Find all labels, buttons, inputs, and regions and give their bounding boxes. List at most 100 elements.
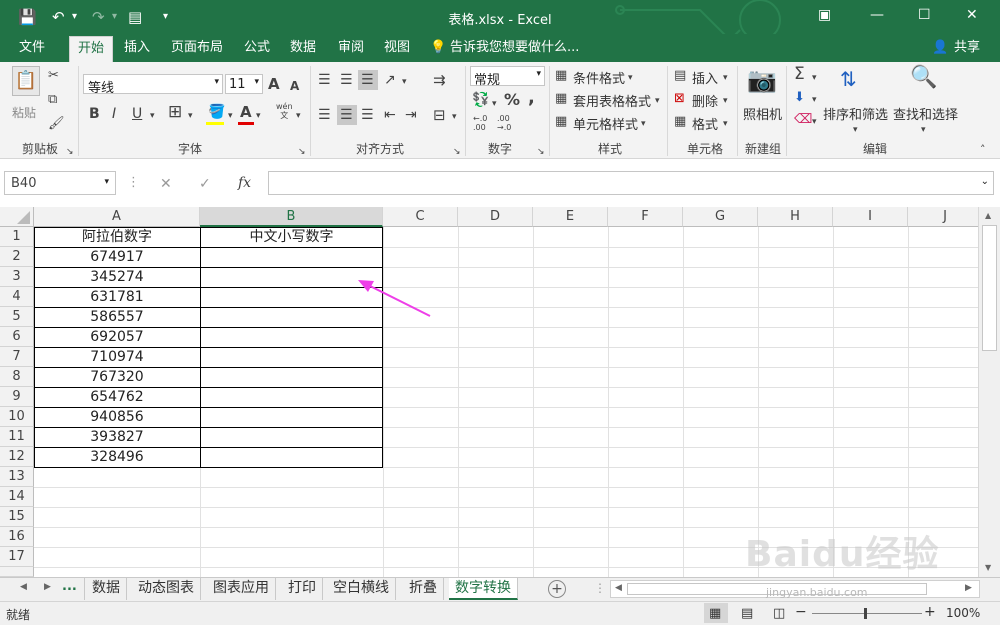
cell-b1-header[interactable]: 中文小写数字 (200, 227, 383, 247)
row-header[interactable]: 1 (0, 227, 34, 247)
format-painter-icon[interactable]: 🖌 (48, 116, 65, 132)
cell-styles-icon[interactable]: ▦ (555, 114, 567, 130)
cell-a10[interactable]: 940856 (34, 407, 200, 427)
column-header-e[interactable]: E (533, 207, 608, 227)
chevron-down-icon[interactable]: ▾ (492, 96, 497, 112)
row-header[interactable]: 9 (0, 387, 34, 407)
collapse-ribbon-icon[interactable]: ˄ (980, 142, 986, 158)
add-sheet-button[interactable]: + (548, 580, 566, 598)
tab-formulas[interactable]: 公式 (244, 39, 270, 57)
font-launcher-icon[interactable]: ↘ (298, 144, 306, 160)
chevron-down-icon[interactable]: ▾ (812, 114, 817, 130)
tab-home[interactable]: 开始 (69, 36, 114, 62)
grow-font-icon[interactable]: A (268, 76, 280, 92)
ribbon-display-options-icon[interactable]: ▣ (818, 7, 831, 23)
cell-a12[interactable]: 328496 (34, 447, 200, 467)
decrease-decimal-icon[interactable]: .00 →.0 (497, 114, 511, 132)
number-launcher-icon[interactable]: ↘ (537, 144, 545, 160)
page-break-view-icon[interactable]: ◫ (773, 606, 785, 621)
cell-a2[interactable]: 674917 (34, 247, 200, 267)
column-header-a[interactable]: A (34, 207, 200, 227)
format-as-table-button[interactable]: 套用表格格式 (573, 91, 651, 110)
close-icon[interactable]: ✕ (966, 7, 978, 23)
scroll-left-icon[interactable]: ◀ (615, 583, 622, 593)
format-as-table-icon[interactable]: ▦ (555, 91, 567, 107)
conditional-formatting-icon[interactable]: ▦ (555, 68, 567, 84)
chevron-down-icon[interactable]: ▾ (188, 108, 193, 124)
sort-filter-button[interactable]: 排序和筛选 (823, 104, 888, 123)
sheet-tab-shuzi-zhuanhuan[interactable]: 数字转换 (449, 578, 518, 600)
column-header-g[interactable]: G (683, 207, 758, 227)
zoom-slider-thumb[interactable] (864, 608, 867, 619)
align-center-icon[interactable]: ☰ (340, 107, 353, 123)
row-header[interactable]: 4 (0, 287, 34, 307)
cell-a8[interactable]: 767320 (34, 367, 200, 387)
sheet-tab-shuju[interactable]: 数据 (86, 578, 127, 600)
borders-icon[interactable]: ⊞ (168, 104, 182, 121)
align-left-icon[interactable]: ☰ (318, 107, 331, 123)
increase-decimal-icon[interactable]: ←.0 .00 (473, 114, 487, 132)
number-format-box[interactable]: 常规 ▾ (470, 66, 545, 88)
chevron-down-icon[interactable]: ▾ (150, 108, 155, 124)
camera-button[interactable]: 照相机 (743, 104, 782, 123)
row-header[interactable]: 13 (0, 467, 34, 487)
zoom-level[interactable]: 100% (946, 606, 980, 620)
chevron-down-icon[interactable]: ▾ (723, 93, 728, 109)
align-bottom-icon[interactable]: ☰ (361, 72, 374, 88)
row-header[interactable]: 6 (0, 327, 34, 347)
page-layout-view-icon[interactable]: ▤ (741, 606, 753, 621)
cell-a3[interactable]: 345274 (34, 267, 200, 287)
more-sheets-button[interactable]: ... (62, 579, 77, 594)
zoom-slider-track[interactable] (812, 613, 922, 614)
tab-view[interactable]: 视图 (384, 39, 410, 57)
chevron-down-icon[interactable]: ▾ (402, 74, 407, 90)
chevron-down-icon[interactable]: ▾ (655, 93, 660, 109)
column-header-i[interactable]: I (833, 207, 908, 227)
normal-view-icon[interactable]: ▦ (709, 606, 721, 621)
tab-file[interactable]: 文件 (19, 39, 45, 57)
cell-a4[interactable]: 631781 (34, 287, 200, 307)
comma-style-icon[interactable]: , (528, 89, 535, 107)
fill-down-icon[interactable]: ⬇ (794, 90, 805, 106)
font-size-box[interactable]: 11 ▾ (225, 74, 263, 94)
scroll-right-icon[interactable]: ▶ (965, 583, 972, 593)
zoom-out-button[interactable]: − (795, 604, 807, 620)
tab-split-handle-icon[interactable]: ⋮ (594, 581, 606, 595)
sheet-tab-kongbai-hengxian[interactable]: 空白横线 (327, 578, 396, 600)
resize-grip-icon[interactable]: ⋮ (127, 175, 140, 191)
insert-function-icon[interactable]: fx (238, 175, 251, 191)
merge-center-icon[interactable]: ⊟ (433, 107, 446, 123)
minimize-icon[interactable]: — (870, 7, 884, 23)
cell-a5[interactable]: 586557 (34, 307, 200, 327)
wrap-text-icon[interactable]: ⇉ (433, 72, 446, 88)
format-cells-icon[interactable]: ▦ (674, 114, 686, 130)
row-header[interactable]: 14 (0, 487, 34, 507)
worksheet-grid[interactable]: A B C D E F G H I J 1 2 3 4 5 6 7 8 9 10… (0, 207, 978, 577)
chevron-down-icon[interactable]: ▾ (296, 108, 301, 124)
paste-button[interactable]: 粘贴 (12, 104, 36, 121)
paste-icon[interactable]: 📋 (12, 66, 40, 96)
enter-icon[interactable]: ✓ (199, 176, 211, 192)
row-header[interactable]: 15 (0, 507, 34, 527)
tab-insert[interactable]: 插入 (124, 39, 150, 57)
insert-cells-button[interactable]: 插入 (692, 68, 718, 87)
chevron-down-icon[interactable]: ▾ (853, 122, 858, 138)
clear-icon[interactable]: ⌫ (794, 112, 812, 128)
chevron-down-icon[interactable]: ▾ (228, 108, 233, 124)
column-header-b[interactable]: B (200, 207, 383, 227)
chevron-down-icon[interactable]: ▾ (723, 70, 728, 86)
share-icon[interactable]: 👤 (932, 39, 948, 57)
conditional-formatting-button[interactable]: 条件格式 (573, 68, 625, 87)
decrease-indent-icon[interactable]: ⇤ (384, 107, 396, 123)
tab-review[interactable]: 审阅 (338, 39, 364, 57)
column-header-c[interactable]: C (383, 207, 458, 227)
format-cells-button[interactable]: 格式 (692, 114, 718, 133)
shrink-font-icon[interactable]: A (290, 78, 299, 94)
chevron-down-icon[interactable]: ▾ (452, 109, 457, 125)
vertical-scroll-thumb[interactable] (982, 225, 997, 351)
cell-a7[interactable]: 710974 (34, 347, 200, 367)
chevron-down-icon[interactable]: ▾ (921, 122, 926, 138)
clipboard-launcher-icon[interactable]: ↘ (66, 144, 74, 160)
scroll-up-icon[interactable]: ▲ (985, 211, 991, 220)
font-color-icon[interactable]: A (240, 104, 252, 120)
